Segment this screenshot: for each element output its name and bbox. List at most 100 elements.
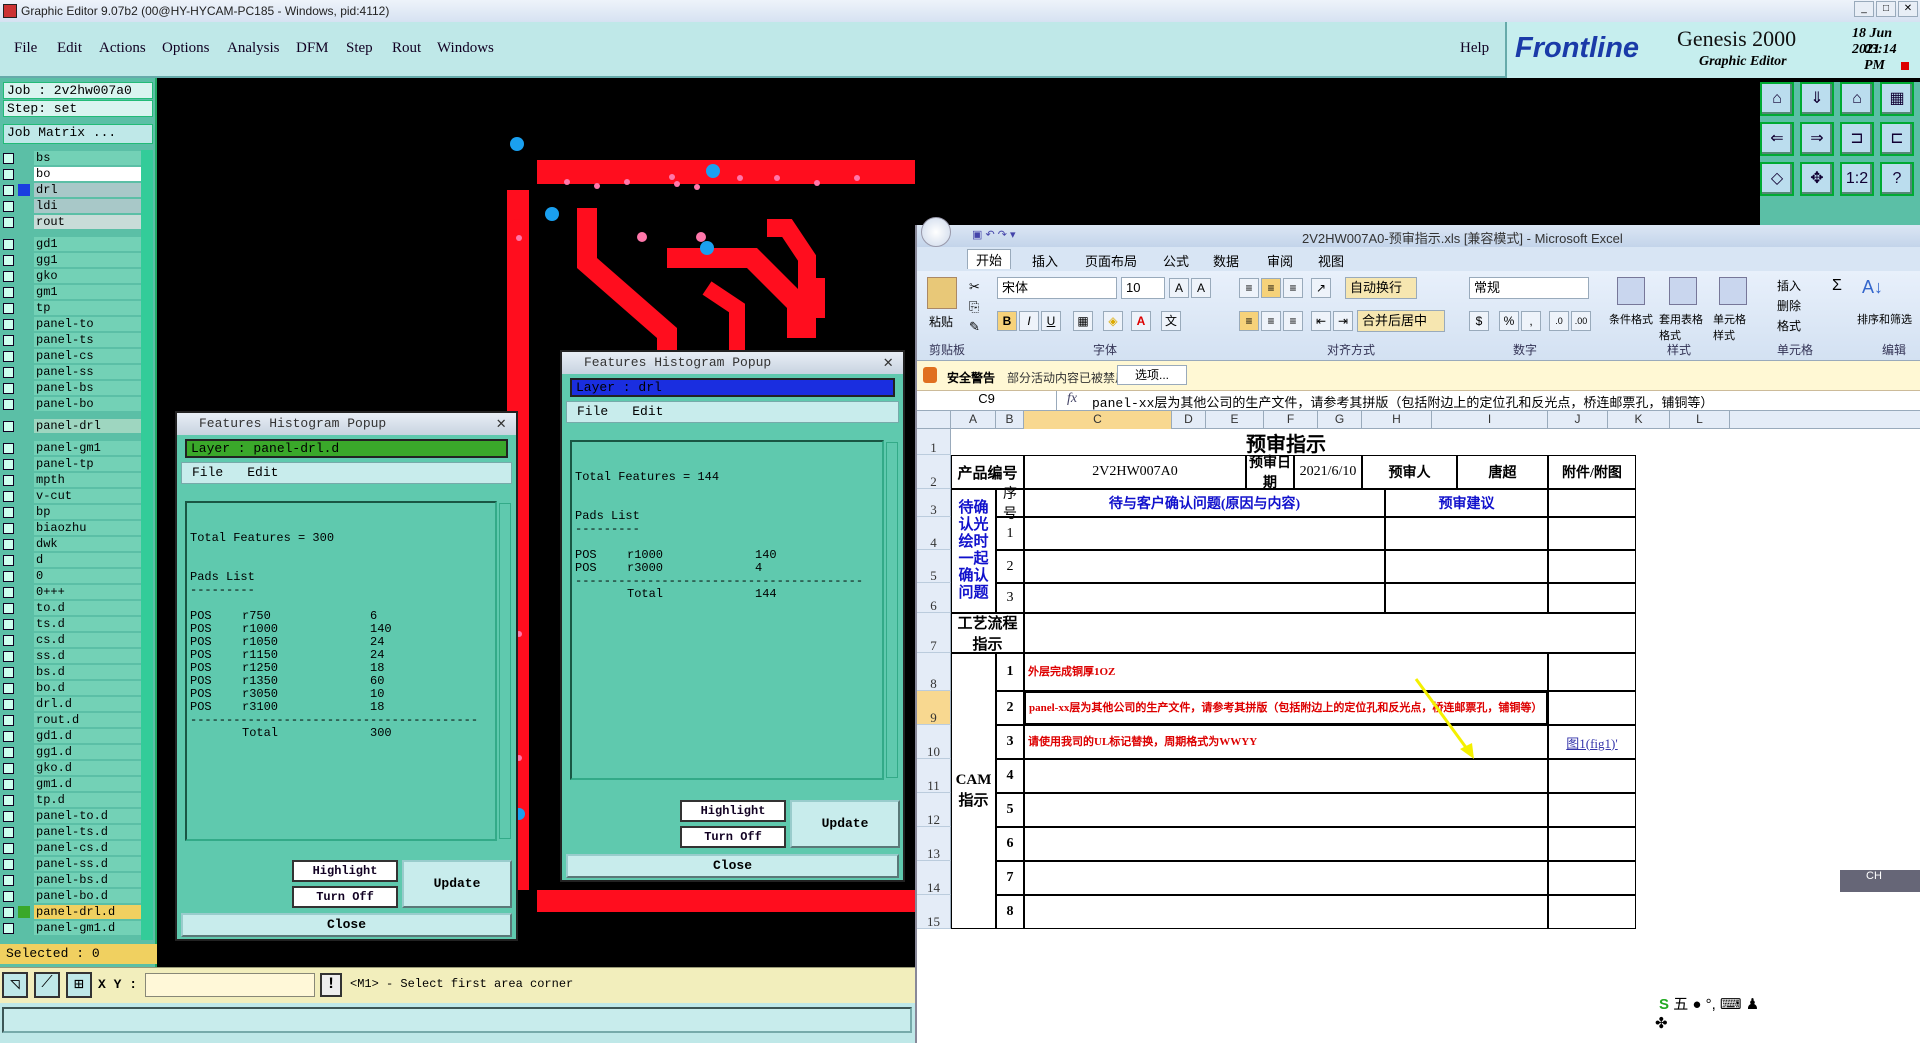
layer-row[interactable]: bo bbox=[3, 166, 142, 182]
layer-row[interactable]: panel-bo bbox=[3, 396, 142, 412]
home-icon[interactable]: ⌂ bbox=[1760, 82, 1794, 116]
layer-color-swatch[interactable] bbox=[18, 858, 30, 870]
house-icon[interactable]: ⌂ bbox=[1840, 82, 1874, 116]
layer-color-swatch[interactable] bbox=[18, 302, 30, 314]
select-tool-icon[interactable]: ◹ bbox=[2, 972, 28, 998]
sum-icon[interactable]: Σ bbox=[1832, 277, 1842, 295]
snap-tool-icon[interactable]: ⊞ bbox=[66, 972, 92, 998]
layer-color-swatch[interactable] bbox=[18, 730, 30, 742]
layer-color-swatch[interactable] bbox=[18, 698, 30, 710]
column-header-A[interactable]: A bbox=[951, 411, 996, 429]
layer-row[interactable]: gd1 bbox=[3, 236, 142, 252]
font-name-select[interactable]: 宋体 bbox=[997, 277, 1117, 299]
layer-row[interactable]: 0+++ bbox=[3, 584, 142, 600]
layer-row[interactable]: ss.d bbox=[3, 648, 142, 664]
align-top-icon[interactable]: ≡ bbox=[1239, 278, 1259, 298]
close-icon[interactable]: ✕ bbox=[496, 413, 506, 435]
layer-checkbox[interactable] bbox=[3, 420, 14, 432]
layer-row[interactable]: panel-to.d bbox=[3, 808, 142, 824]
layer-checkbox[interactable] bbox=[3, 682, 14, 694]
attach-cell[interactable] bbox=[1548, 861, 1636, 895]
comma-icon[interactable]: , bbox=[1521, 311, 1541, 331]
advice-cell[interactable] bbox=[1385, 550, 1548, 583]
layer-checkbox[interactable] bbox=[3, 762, 14, 774]
attach-label[interactable]: 附件/附图 bbox=[1548, 455, 1636, 489]
layer-checkbox[interactable] bbox=[3, 554, 14, 566]
insert-cells-button[interactable]: 插入 bbox=[1777, 277, 1801, 294]
ime-mode[interactable]: 五 bbox=[1673, 996, 1688, 1013]
layer-color-swatch[interactable] bbox=[18, 366, 30, 378]
seq-cell[interactable]: 5 bbox=[996, 793, 1024, 827]
function-icon[interactable]: fx bbox=[1067, 391, 1077, 407]
layer-color-swatch[interactable] bbox=[18, 570, 30, 582]
seq-cell[interactable]: 6 bbox=[996, 827, 1024, 861]
layer-checkbox[interactable] bbox=[3, 570, 14, 582]
decrease-decimal-icon[interactable]: .00 bbox=[1571, 311, 1591, 331]
layer-checkbox[interactable] bbox=[3, 698, 14, 710]
seq-cell[interactable]: 8 bbox=[996, 895, 1024, 929]
row-header[interactable]: 5 bbox=[917, 550, 951, 583]
layer-checkbox[interactable] bbox=[3, 634, 14, 646]
align-middle-icon[interactable]: ≡ bbox=[1261, 278, 1281, 298]
sort-filter-icon[interactable]: A↓ bbox=[1862, 277, 1883, 298]
layer-color-swatch[interactable] bbox=[18, 666, 30, 678]
phonetic-icon[interactable]: 文 bbox=[1161, 311, 1181, 331]
layer-color-swatch[interactable] bbox=[18, 682, 30, 694]
histogram-row[interactable]: POS r1350 60 bbox=[190, 675, 492, 688]
save-icon[interactable]: ⇓ bbox=[1800, 82, 1834, 116]
wrap-text-button[interactable]: 自动换行 bbox=[1345, 277, 1417, 299]
row-header[interactable]: 7 bbox=[917, 613, 951, 653]
row-header[interactable]: 4 bbox=[917, 517, 951, 550]
issue-header[interactable]: 待与客户确认问题(原因与内容) bbox=[1024, 489, 1385, 517]
highlight-button[interactable]: Highlight bbox=[680, 800, 786, 822]
cam-item-cell[interactable] bbox=[1024, 793, 1548, 827]
seq-label[interactable]: 序号 bbox=[996, 487, 1024, 522]
formula-input[interactable]: panel-xx层为其他公司的生产文件，请参考其拼版（包括附边上的定位孔和反光点… bbox=[1092, 392, 1713, 411]
layer-checkbox[interactable] bbox=[3, 586, 14, 598]
conditional-format-icon[interactable] bbox=[1617, 277, 1645, 305]
layer-checkbox[interactable] bbox=[3, 168, 14, 180]
seq-cell[interactable]: 7 bbox=[996, 861, 1024, 895]
attach-cell[interactable] bbox=[1548, 895, 1636, 929]
layer-checkbox[interactable] bbox=[3, 730, 14, 742]
layer-checkbox[interactable] bbox=[3, 152, 14, 164]
layer-checkbox[interactable] bbox=[3, 442, 14, 454]
attach-cell[interactable] bbox=[1548, 759, 1636, 793]
layer-color-swatch[interactable] bbox=[18, 216, 30, 228]
attach-cell[interactable] bbox=[1548, 653, 1636, 691]
increase-decimal-icon[interactable]: .0 bbox=[1549, 311, 1569, 331]
layer-row[interactable]: bs.d bbox=[3, 664, 142, 680]
layer-checkbox[interactable] bbox=[3, 490, 14, 502]
paste-icon[interactable] bbox=[927, 277, 957, 309]
layer-checkbox[interactable] bbox=[3, 318, 14, 330]
layer-checkbox[interactable] bbox=[3, 618, 14, 630]
row-header[interactable]: 2 bbox=[917, 455, 951, 489]
layer-checkbox[interactable] bbox=[3, 458, 14, 470]
column-header-E[interactable]: E bbox=[1206, 411, 1264, 429]
menu-edit[interactable]: Edit bbox=[57, 40, 82, 57]
layer-row[interactable]: tp.d bbox=[3, 792, 142, 808]
layer-color-swatch[interactable] bbox=[18, 458, 30, 470]
layer-checkbox[interactable] bbox=[3, 286, 14, 298]
layer-row[interactable]: panel-bs bbox=[3, 380, 142, 396]
layer-row[interactable]: gm1.d bbox=[3, 776, 142, 792]
menu-step[interactable]: Step bbox=[346, 40, 373, 57]
layer-checkbox[interactable] bbox=[3, 216, 14, 228]
layer-checkbox[interactable] bbox=[3, 714, 14, 726]
grow-font-icon[interactable]: A bbox=[1169, 278, 1189, 298]
layer-row[interactable]: dwk bbox=[3, 536, 142, 552]
process-cell[interactable] bbox=[1024, 613, 1636, 653]
row-header[interactable]: 12 bbox=[917, 793, 951, 827]
seq-cell[interactable]: 2 bbox=[996, 691, 1024, 725]
format-painter-icon[interactable]: ✎ bbox=[969, 319, 980, 335]
zoom-in-icon[interactable]: ⇐ bbox=[1760, 122, 1794, 156]
cam-label[interactable]: CAM指示 bbox=[951, 653, 996, 929]
histogram-row[interactable]: POS r1150 24 bbox=[190, 649, 492, 662]
cam-item-cell[interactable] bbox=[1024, 827, 1548, 861]
layer-checkbox[interactable] bbox=[3, 842, 14, 854]
row-header[interactable]: 3 bbox=[917, 489, 951, 517]
menu-windows[interactable]: Windows bbox=[437, 40, 494, 57]
job-matrix-button[interactable]: Job Matrix ... bbox=[3, 124, 153, 144]
column-header-H[interactable]: H bbox=[1362, 411, 1432, 429]
column-header-B[interactable]: B bbox=[996, 411, 1024, 429]
